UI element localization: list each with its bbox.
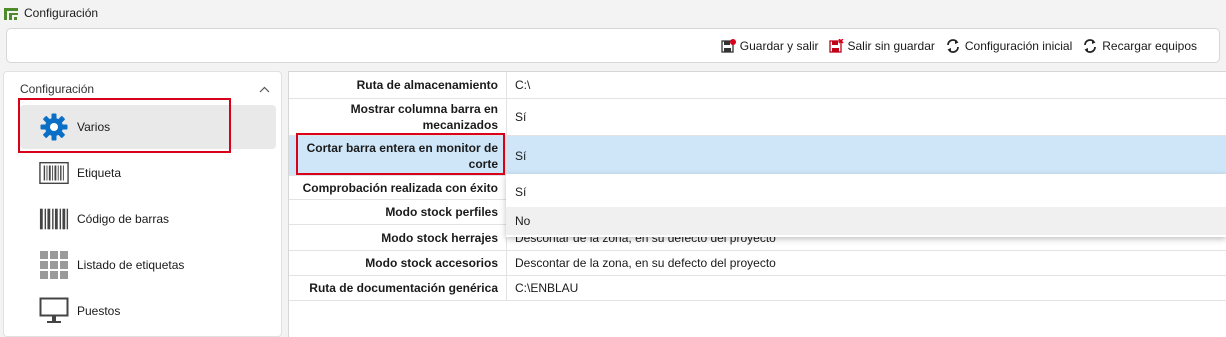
sidebar-item-codigo-barras[interactable]: Código de barras [20,197,276,241]
save-icon [721,38,736,54]
grid-list-icon [39,250,69,280]
property-value[interactable]: Sí [515,136,1226,175]
dropdown-option-si[interactable]: Sí [506,178,1226,206]
property-value[interactable]: C:\ENBLAU [515,276,1226,300]
property-value[interactable]: Sí [515,99,1226,135]
monitor-icon [39,296,69,326]
initial-config-button[interactable]: Configuración inicial [945,38,1072,54]
exit-without-saving-label: Salir sin guardar [847,39,935,53]
sidebar-header-label: Configuración [20,82,95,96]
barcode-icon [39,204,69,234]
title-bar: Configuración [0,0,1226,26]
property-label: Cortar barra entera en monitor de corte [289,136,507,175]
property-row[interactable]: Mostrar columna barra en mecanizados Sí [289,99,1226,136]
sidebar-item-label: Etiqueta [77,166,122,180]
property-label: Ruta de documentación genérica [289,276,507,300]
reload-equipment-button[interactable]: Recargar equipos [1082,38,1197,54]
refresh-icon [1082,38,1098,54]
property-label: Modo stock accesorios [289,251,507,275]
property-row[interactable]: Ruta de almacenamiento C:\ [289,72,1226,99]
sidebar: Configuración Varios Etiqueta Código de … [3,71,282,337]
refresh-icon [945,38,961,54]
sidebar-item-label: Puestos [77,304,121,318]
label-icon [39,158,69,188]
property-value[interactable]: C:\ [515,72,1226,98]
initial-config-label: Configuración inicial [964,39,1073,53]
property-label: Mostrar columna barra en mecanizados [289,99,507,135]
sidebar-item-etiqueta[interactable]: Etiqueta [20,151,276,195]
sidebar-item-listado-etiquetas[interactable]: Listado de etiquetas [20,243,276,287]
property-label: Modo stock herrajes [289,225,507,250]
sidebar-item-puestos[interactable]: Puestos [20,289,276,333]
property-row[interactable]: Modo stock accesorios Descontar de la zo… [289,251,1226,276]
property-label: Modo stock perfiles [289,200,507,224]
exit-without-saving-button[interactable]: Salir sin guardar [828,38,935,54]
property-value[interactable]: Descontar de la zona, en su defecto del … [515,251,1226,275]
sidebar-item-label: Listado de etiquetas [77,258,185,272]
app-icon [4,6,18,20]
property-row[interactable]: Ruta de documentación genérica C:\ENBLAU [289,276,1226,301]
save-and-exit-button[interactable]: Guardar y salir [721,38,819,54]
sidebar-header[interactable]: Configuración [20,82,270,96]
discard-icon [828,38,844,54]
property-row-selected[interactable]: Cortar barra entera en monitor de corte … [289,136,1226,176]
save-and-exit-label: Guardar y salir [739,39,819,53]
sidebar-item-label: Código de barras [77,212,170,226]
sidebar-item-varios[interactable]: Varios [20,105,276,149]
dropdown-option-no[interactable]: No [506,207,1226,235]
window-title: Configuración [24,6,99,20]
gear-icon [39,112,69,142]
sidebar-item-label: Varios [77,120,111,134]
property-label: Ruta de almacenamiento [289,72,507,98]
toolbar: Guardar y salir Salir sin guardar Config… [6,28,1220,63]
property-label: Comprobación realizada con éxito [289,176,507,199]
value-dropdown-list: Sí No [506,174,1226,237]
reload-equipment-label: Recargar equipos [1102,39,1197,53]
chevron-up-icon[interactable] [259,82,270,96]
